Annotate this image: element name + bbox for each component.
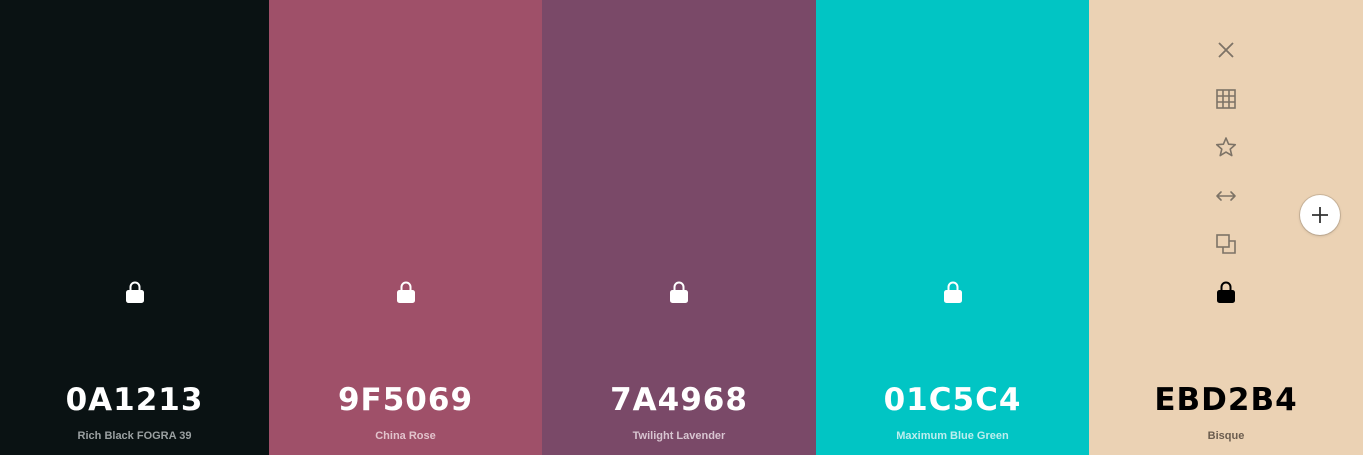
lock-button[interactable]	[391, 277, 421, 307]
color-name: Twilight Lavender	[632, 430, 726, 442]
save-color-button[interactable]	[1212, 133, 1240, 161]
lock-button[interactable]	[664, 277, 694, 307]
copy-hex-button[interactable]	[1212, 230, 1240, 258]
hex-code[interactable]: 0A1213	[0, 380, 269, 420]
color-name: Bisque	[1207, 430, 1245, 442]
swatch-4[interactable]: 01C5C4 Maximum Blue Green	[816, 0, 1089, 455]
star-icon	[1215, 137, 1237, 157]
remove-color-button[interactable]	[1212, 36, 1240, 64]
lock-icon	[670, 281, 688, 303]
lock-icon	[125, 281, 144, 303]
swatch-2[interactable]: 9F5069 China Rose	[269, 0, 542, 455]
lock-button[interactable]	[938, 277, 968, 307]
hex-code[interactable]: 9F5069	[269, 380, 542, 420]
color-name: Maximum Blue Green	[896, 430, 1009, 442]
grid-icon	[1216, 88, 1236, 109]
lock-icon	[1217, 281, 1235, 303]
hex-code[interactable]: 7A4968	[542, 380, 816, 420]
swatch-toolbar	[1208, 36, 1244, 279]
lock-button[interactable]	[1211, 277, 1241, 307]
arrows-horizontal-icon	[1216, 190, 1236, 201]
color-name: China Rose	[375, 430, 436, 442]
view-shades-button[interactable]	[1212, 85, 1240, 113]
color-palette: 0A1213 Rich Black FOGRA 39 9F5069 China …	[0, 0, 1363, 455]
lock-button[interactable]	[120, 277, 150, 307]
swatch-1[interactable]: 0A1213 Rich Black FOGRA 39	[0, 0, 269, 455]
add-color-button[interactable]	[1300, 195, 1340, 235]
swatch-3[interactable]: 7A4968 Twilight Lavender	[542, 0, 816, 455]
hex-code[interactable]: 01C5C4	[816, 380, 1089, 420]
close-icon	[1218, 42, 1234, 58]
plus-icon	[1312, 207, 1328, 223]
color-name: Rich Black FOGRA 39	[77, 430, 192, 442]
lock-icon	[943, 281, 962, 303]
copy-icon	[1216, 234, 1236, 255]
drag-button[interactable]	[1212, 182, 1240, 210]
hex-code[interactable]: EBD2B4	[1089, 380, 1363, 420]
lock-icon	[396, 281, 415, 303]
